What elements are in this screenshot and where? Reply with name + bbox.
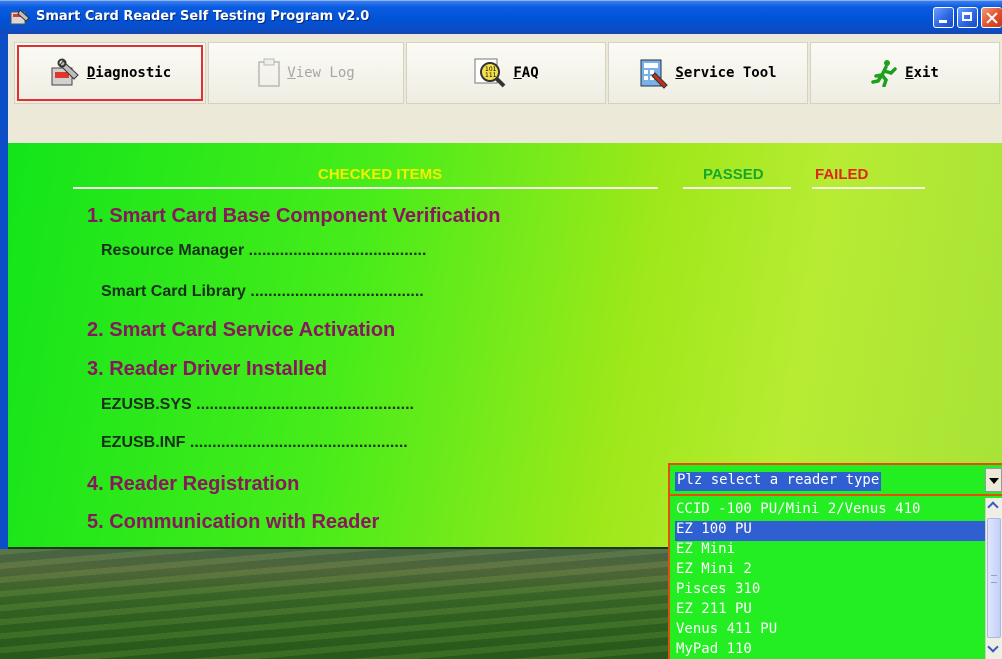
reader-type-select[interactable]: Plz select a reader type [668,463,1002,496]
reader-option[interactable]: CCID -100 PU/Mini 2/Venus 410 [675,501,976,521]
service-tool-label: Service Tool [675,65,777,81]
close-button[interactable] [981,7,1002,28]
exit-button[interactable]: Exit [810,42,1000,104]
minimize-button[interactable] [933,7,954,28]
check-item-base-component: 1. Smart Card Base Component Verificatio… [87,205,501,227]
check-item-smart-card-library: Smart Card Library .....................… [101,283,424,300]
scroll-up-icon[interactable] [986,498,1002,515]
check-item-driver-installed: 3. Reader Driver Installed [87,358,328,380]
reader-type-list[interactable]: CCID -100 PU/Mini 2/Venus 410 EZ 100 PU … [668,496,1002,659]
list-scrollbar[interactable] [985,498,1002,659]
header-divider [73,187,658,189]
view-log-label: View Log [287,65,355,81]
reader-option-selected[interactable]: EZ 100 PU [675,521,985,541]
faq-button[interactable]: 101 111 FAQ [406,42,606,104]
check-item-resource-manager: Resource Manager .......................… [101,242,427,259]
scroll-thumb[interactable] [987,518,1001,638]
service-tool-button[interactable]: Service Tool [608,42,808,104]
maximize-button[interactable] [957,7,978,28]
reader-option[interactable]: Venus 411 PU [675,621,976,641]
view-log-button[interactable]: View Log [208,42,404,104]
reader-option[interactable]: EZ Mini 2 [675,561,976,581]
faq-magnifier-icon: 101 111 [474,58,506,88]
window-title: Smart Card Reader Self Testing Program v… [36,9,370,24]
app-icon [10,9,30,25]
reader-option[interactable]: EZ Mini [675,541,976,561]
check-item-ezusb-inf: EZUSB.INF ..............................… [101,434,408,451]
clipboard-icon [258,58,281,87]
service-tool-icon [640,59,669,89]
header-divider [683,187,791,189]
faq-label: FAQ [513,65,539,81]
svg-text:111: 111 [485,72,497,79]
dropdown-arrow-icon[interactable] [985,468,1002,492]
passed-header: PASSED [703,166,764,183]
header-divider [812,187,925,189]
toolbar: Diagnostic View Log 101 111 FAQ Service … [8,34,1002,143]
window-frame [0,34,8,549]
check-item-ezusb-sys: EZUSB.SYS ..............................… [101,396,414,413]
exit-label: Exit [905,65,939,81]
reader-type-value: Plz select a reader type [675,472,882,491]
reader-option[interactable]: EZ 211 PU [675,601,976,621]
diagnostic-button[interactable]: Diagnostic [14,42,206,104]
title-bar[interactable]: Smart Card Reader Self Testing Program v… [0,0,1002,34]
reader-option[interactable]: Pisces 310 [675,581,976,601]
check-item-reader-registration: 4. Reader Registration [87,473,300,495]
diagnostic-label: Diagnostic [86,65,172,81]
reader-option[interactable]: MyPad 110 [675,641,976,659]
check-item-reader-communication: 5. Communication with Reader [87,511,380,533]
running-man-icon [871,60,897,87]
failed-header: FAILED [815,166,869,183]
scroll-down-icon[interactable] [986,641,1002,658]
checked-items-header: CHECKED ITEMS [318,166,443,183]
diagnostic-tools-icon [51,58,79,86]
check-item-service-activation: 2. Smart Card Service Activation [87,319,396,341]
